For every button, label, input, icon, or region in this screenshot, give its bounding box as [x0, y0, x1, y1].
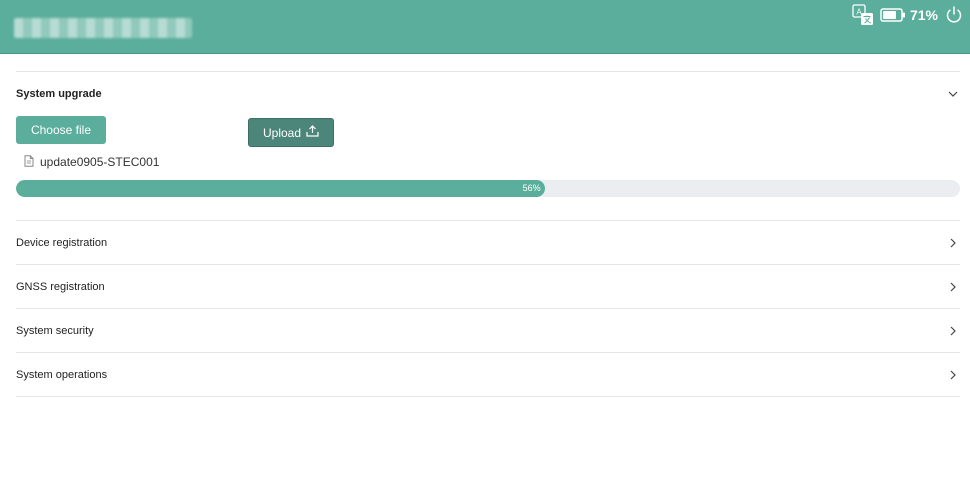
chevron-right-icon — [946, 280, 960, 294]
settings-content: System upgrade Choose file Upload update… — [16, 71, 960, 397]
progress-fill: 56% — [16, 180, 545, 197]
battery-percentage: 71% — [909, 7, 938, 23]
upgrade-actions: Choose file Upload — [16, 116, 960, 152]
row-label: System operations — [16, 368, 108, 381]
redacted-app-title — [14, 18, 192, 38]
system-upgrade-header[interactable]: System upgrade — [16, 72, 960, 116]
status-area: A 71% — [852, 4, 964, 26]
upload-button[interactable]: Upload — [248, 118, 334, 147]
chevron-right-icon — [946, 236, 960, 250]
row-label: Device registration — [16, 236, 108, 249]
system-operations-row[interactable]: System operations — [16, 352, 960, 396]
choose-file-label: Choose file — [30, 123, 92, 137]
file-icon — [24, 154, 34, 170]
bottom-divider — [16, 396, 960, 397]
power-icon[interactable] — [944, 5, 964, 25]
section-title: System upgrade — [16, 88, 102, 100]
row-label: System security — [16, 324, 94, 337]
chevron-down-icon[interactable] — [946, 87, 960, 101]
gnss-registration-row[interactable]: GNSS registration — [16, 264, 960, 308]
upload-icon — [306, 125, 319, 140]
choose-file-button[interactable]: Choose file — [16, 116, 106, 144]
chevron-right-icon — [946, 368, 960, 382]
translate-icon[interactable]: A — [852, 4, 874, 26]
row-label: GNSS registration — [16, 280, 105, 293]
upload-progress-bar: 56% — [16, 180, 960, 197]
progress-label: 56% — [522, 183, 541, 193]
upload-label: Upload — [262, 125, 302, 140]
file-name: update0905-STEC001 — [40, 155, 160, 169]
system-security-row[interactable]: System security — [16, 308, 960, 352]
battery-icon — [880, 7, 906, 23]
selected-file: update0905-STEC001 — [16, 152, 960, 172]
device-registration-row[interactable]: Device registration — [16, 220, 960, 264]
top-bar: A 71% — [0, 0, 970, 54]
system-upgrade-section: System upgrade Choose file Upload update… — [16, 72, 960, 197]
chevron-right-icon — [946, 324, 960, 338]
